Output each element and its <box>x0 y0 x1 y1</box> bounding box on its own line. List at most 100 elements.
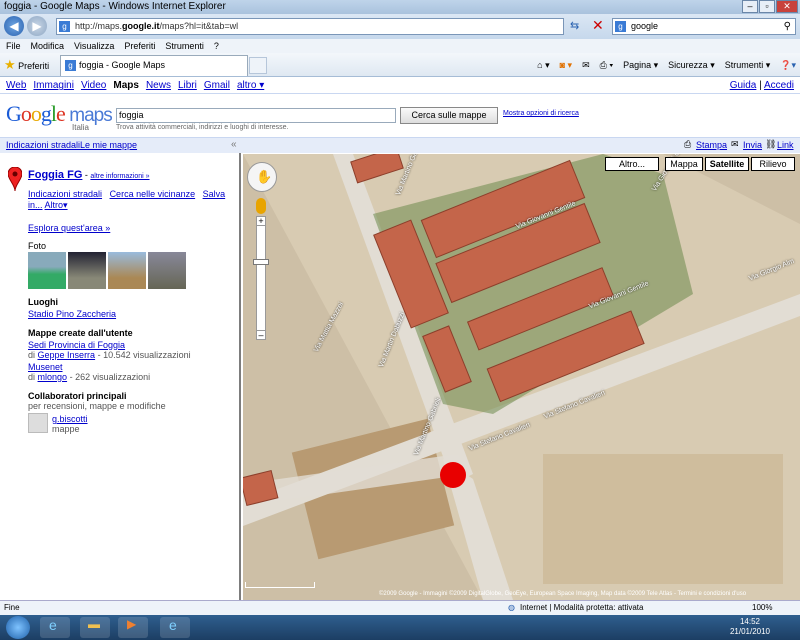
menu-visualizza[interactable]: Visualizza <box>74 41 114 51</box>
gbar-gmail[interactable]: Gmail <box>204 80 230 91</box>
more-info-link[interactable]: altre informazioni » <box>90 173 149 180</box>
directions-action[interactable]: Indicazioni stradali <box>28 189 102 199</box>
help-link[interactable]: Guida <box>730 80 757 91</box>
zoom-slider[interactable]: + – <box>253 216 269 340</box>
tools-menu[interactable]: Strumenti ▾ <box>725 57 771 73</box>
gbar-news[interactable]: News <box>146 80 171 91</box>
author-link[interactable]: mlongo <box>38 372 68 382</box>
menu-strumenti[interactable]: Strumenti <box>165 41 204 51</box>
google-maps-logo[interactable]: Google maps Italia <box>6 101 113 132</box>
mail-icon[interactable]: ✉ <box>582 57 590 73</box>
minimize-button[interactable]: – <box>742 0 758 13</box>
menu-preferiti[interactable]: Preferiti <box>124 41 155 51</box>
marker-icon[interactable] <box>8 167 22 191</box>
place-title[interactable]: Foggia FG <box>28 169 82 181</box>
directions-link[interactable]: Indicazioni stradali <box>6 140 80 150</box>
send-link[interactable]: Invia <box>743 140 762 150</box>
close-button[interactable]: ✕ <box>776 0 798 13</box>
location-marker[interactable] <box>440 462 466 488</box>
search-nearby-action[interactable]: Cerca nelle vicinanze <box>110 189 196 199</box>
status-text: Fine <box>4 603 20 612</box>
zoom-out-button[interactable]: – <box>256 330 266 340</box>
ie-window-button[interactable]: e <box>160 617 190 638</box>
map-type-satellite[interactable]: Satellite <box>705 157 749 171</box>
clock[interactable]: 14:52 21/01/2010 <box>730 617 770 637</box>
print-link[interactable]: Stampa <box>696 140 727 150</box>
clock-date: 21/01/2010 <box>729 627 770 636</box>
browser-tab[interactable]: g foggia - Google Maps <box>60 55 248 76</box>
maps-search-input[interactable]: foggia <box>116 108 396 123</box>
status-bar: Fine ◍ Internet | Modalità protetta: att… <box>0 600 800 615</box>
zoom-handle[interactable] <box>253 259 269 265</box>
address-path: /maps?hl=it&tab=wl <box>159 21 239 31</box>
login-link[interactable]: Accedi <box>764 80 794 91</box>
photo-thumb[interactable] <box>68 252 106 289</box>
print-icon[interactable]: ⎙ ▾ <box>600 57 613 73</box>
security-menu[interactable]: Sicurezza ▾ <box>668 57 715 73</box>
taskbar: e ▬ ▶ e 14:52 21/01/2010 <box>0 615 800 640</box>
search-icon[interactable]: ⚲ <box>784 19 791 34</box>
link-link[interactable]: Link <box>777 140 794 150</box>
user-maps-heading: Mappe create dall'utente <box>28 328 133 338</box>
map-type-map[interactable]: Mappa <box>665 157 703 171</box>
photo-thumb[interactable] <box>148 252 186 289</box>
collapse-panel-icon[interactable]: « <box>231 139 237 150</box>
stop-icon[interactable]: ✕ <box>592 17 604 34</box>
link-icon: ⛓ <box>765 139 777 149</box>
photo-thumb[interactable] <box>28 252 66 289</box>
start-button[interactable] <box>6 616 30 639</box>
gbar-images[interactable]: Immagini <box>33 80 74 91</box>
my-maps-link[interactable]: Le mie mappe <box>80 140 137 150</box>
pegman-icon[interactable] <box>256 198 266 214</box>
menu-file[interactable]: File <box>6 41 21 51</box>
back-button[interactable]: ◀ <box>4 16 24 36</box>
feeds-icon[interactable]: ◙ ▾ <box>560 57 572 73</box>
gbar-more[interactable]: altro ▾ <box>237 80 264 91</box>
zoom-level[interactable]: 100% <box>752 601 772 615</box>
new-tab-button[interactable] <box>249 57 267 74</box>
menu-help[interactable]: ? <box>214 41 219 51</box>
map-type-control: Altro... Mappa Satellite Rilievo <box>605 157 795 171</box>
avatar[interactable] <box>28 413 48 433</box>
favorites-bar: ★ Preferiti g foggia - Google Maps ⌂ ▾ ◙… <box>0 53 800 77</box>
send-icon: ✉ <box>731 139 739 149</box>
security-zone[interactable]: Internet | Modalità protetta: attivata <box>520 601 643 615</box>
photos-heading: Foto <box>28 241 47 251</box>
author-link[interactable]: Geppe Inserra <box>38 350 96 360</box>
gbar-video[interactable]: Video <box>81 80 106 91</box>
address-toolbar: ◀ ▶ g http://maps.google.it/maps?hl=it&t… <box>0 14 800 39</box>
user-map-link[interactable]: Musenet <box>28 362 63 372</box>
favorites-button[interactable]: ★ Preferiti <box>4 56 49 75</box>
refresh-icon[interactable]: ⇆ <box>570 19 579 32</box>
address-input[interactable]: g http://maps.google.it/maps?hl=it&tab=w… <box>56 18 564 35</box>
collaborator-link[interactable]: g.biscotti <box>52 414 88 424</box>
search-hint: Trova attività commerciali, indirizzi e … <box>116 124 289 131</box>
ie-taskbar-icon[interactable]: e <box>40 617 70 638</box>
help-icon[interactable]: ❓▾ <box>780 57 796 73</box>
page-menu[interactable]: Pagina ▾ <box>623 57 658 73</box>
menu-modifica[interactable]: Modifica <box>31 41 65 51</box>
photo-thumb[interactable] <box>108 252 146 289</box>
map-type-terrain[interactable]: Rilievo <box>751 157 795 171</box>
search-options-link[interactable]: Mostra opzioni di ricerca <box>503 110 579 117</box>
search-engine-input[interactable]: g google ⚲ <box>612 18 796 35</box>
user-map-link[interactable]: Sedi Provincia di Foggia <box>28 340 125 350</box>
pan-control[interactable]: ✋ <box>247 162 277 192</box>
more-action[interactable]: Altro▾ <box>45 200 68 210</box>
media-taskbar-icon[interactable]: ▶ <box>118 617 148 638</box>
address-domain: google.it <box>122 21 160 31</box>
stadium-link[interactable]: Stadio Pino Zaccheria <box>28 309 116 319</box>
gbar-web[interactable]: Web <box>6 80 26 91</box>
zoom-in-button[interactable]: + <box>256 216 266 226</box>
menu-bar: File Modifica Visualizza Preferiti Strumenti… <box>0 39 800 53</box>
gbar-books[interactable]: Libri <box>178 80 197 91</box>
maximize-button[interactable]: ▫ <box>759 0 775 13</box>
map-canvas[interactable]: Via Mattia Mazzei Via Giovanni Gentile Via… <box>243 154 800 600</box>
home-icon[interactable]: ⌂ ▾ <box>537 57 549 73</box>
explorer-taskbar-icon[interactable]: ▬ <box>80 617 110 638</box>
map-type-more[interactable]: Altro... <box>605 157 659 171</box>
search-maps-button[interactable]: Cerca sulle mappe <box>400 107 498 124</box>
forward-button[interactable]: ▶ <box>27 16 47 36</box>
explore-link[interactable]: Esplora quest'area » <box>28 223 110 233</box>
map-copyright[interactable]: ©2009 Google - Immagini ©2009 DigitalGlo… <box>379 591 746 597</box>
